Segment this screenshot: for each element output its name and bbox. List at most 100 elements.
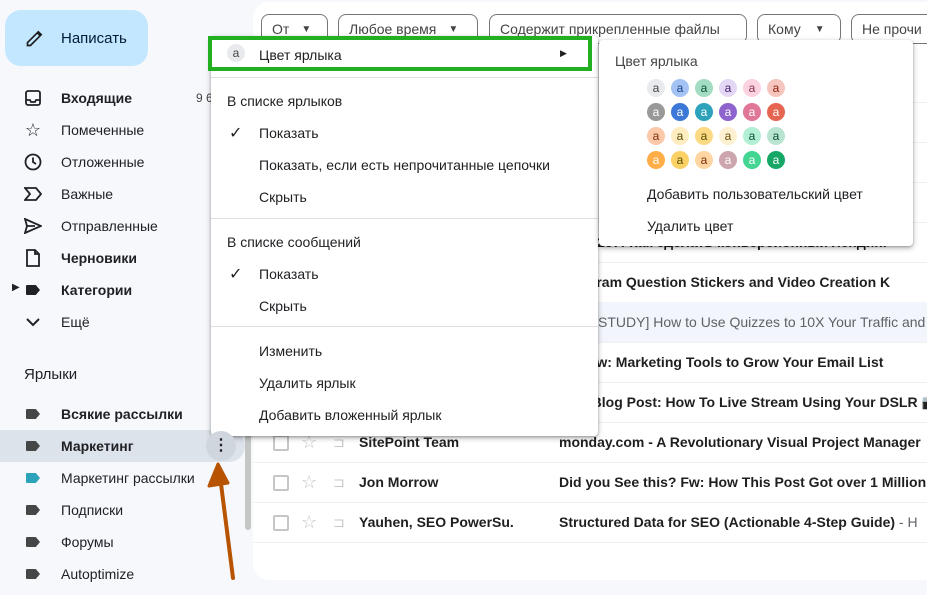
color-swatch[interactable]: a	[767, 127, 785, 145]
important-marker-icon[interactable]: ⊐	[333, 474, 345, 491]
email-subject-line: Did you See this? Fw: How This Post Got …	[559, 474, 926, 490]
star-icon[interactable]: ☆	[301, 472, 317, 493]
color-swatch[interactable]: a	[671, 79, 689, 97]
label-icon	[24, 534, 42, 550]
nav-drafts-label: Черновики	[61, 250, 138, 266]
nav-snoozed[interactable]: Отложенные	[0, 146, 245, 178]
color-swatch[interactable]: a	[647, 127, 665, 145]
nav-sent[interactable]: Отправленные	[0, 210, 245, 242]
email-subject-line: Review: Marketing Tools to Grow Your Ema…	[559, 354, 883, 370]
email-subject: Review: Marketing Tools to Grow Your Ema…	[559, 354, 884, 370]
color-swatch[interactable]: a	[671, 127, 689, 145]
email-subject: monday.com - A Revolutionary Visual Proj…	[559, 434, 921, 450]
color-swatch[interactable]: a	[695, 103, 713, 121]
color-swatch[interactable]: a	[767, 79, 785, 97]
email-row[interactable]: ☆ ⊐ Yauhen, SEO PowerSu. Structured Data fo…	[253, 502, 927, 543]
add-custom-color[interactable]: Добавить пользовательский цвет	[647, 186, 863, 202]
send-icon	[24, 218, 42, 234]
label-item-text: Маркетинг рассылки	[61, 470, 195, 486]
menu-show-in-message-list[interactable]: Показать	[259, 266, 319, 282]
nav-drafts[interactable]: Черновики	[0, 242, 245, 274]
color-swatch[interactable]: a	[719, 103, 737, 121]
star-icon: ☆	[24, 119, 42, 140]
menu-hide-in-label-list[interactable]: Скрыть	[259, 189, 307, 205]
label-icon	[24, 438, 42, 454]
menu-show-in-label-list[interactable]: Показать	[259, 125, 319, 141]
color-swatch[interactable]: a	[695, 127, 713, 145]
menu-add-sublabel[interactable]: Добавить вложенный ярлык	[259, 407, 441, 423]
color-swatch[interactable]: a	[767, 151, 785, 169]
email-subject-line: monday.com - A Revolutionary Visual Proj…	[559, 434, 921, 450]
color-swatch[interactable]: a	[647, 79, 665, 97]
label-icon	[24, 566, 42, 582]
row-checkbox[interactable]	[273, 435, 289, 451]
divider	[211, 326, 598, 327]
menu-edit[interactable]: Изменить	[259, 343, 322, 359]
email-row[interactable]: ☆ ⊐ Jon Morrow Did you See this? Fw: How Th…	[253, 462, 927, 503]
email-subject: New Blog Post: How To Live Stream Using …	[559, 394, 927, 410]
row-checkbox[interactable]	[273, 515, 289, 531]
email-snippet: - H	[895, 514, 918, 530]
filter-attachments-label: Содержит прикрепленные файлы	[500, 21, 720, 37]
color-swatch[interactable]: a	[695, 151, 713, 169]
email-subject-line: Structured Data for SEO (Actionable 4-St…	[559, 514, 918, 530]
color-swatch[interactable]: a	[671, 103, 689, 121]
section-in-label-list: В списке ярлыков	[227, 93, 343, 109]
divider	[211, 77, 598, 78]
email-subject: nstagram Question Stickers and Video Cre…	[559, 274, 891, 290]
color-swatch[interactable]: a	[695, 79, 713, 97]
color-swatch[interactable]: a	[647, 103, 665, 121]
color-swatch[interactable]: a	[743, 127, 761, 145]
nav-sent-label: Отправленные	[61, 218, 158, 234]
nav-important-label: Важные	[61, 186, 114, 202]
important-marker-icon[interactable]: ⊐	[333, 434, 345, 451]
nav-inbox[interactable]: Входящие 9 6	[0, 82, 245, 114]
expand-arrow-icon[interactable]: ▶	[12, 282, 20, 293]
compose-button[interactable]: Написать	[5, 10, 148, 66]
label-icon	[24, 406, 42, 422]
label-icon	[24, 502, 42, 518]
menu-show-if-unread[interactable]: Показать, если есть непрочитанные цепочк…	[259, 157, 550, 173]
menu-hide-in-message-list[interactable]: Скрыть	[259, 298, 307, 314]
color-swatch[interactable]: a	[719, 127, 737, 145]
color-swatch[interactable]: a	[743, 151, 761, 169]
label-item[interactable]: Всякие рассылки	[0, 398, 245, 430]
inbox-icon	[24, 90, 42, 106]
nav-starred[interactable]: ☆ Помеченные	[0, 114, 245, 146]
color-swatch[interactable]: a	[743, 103, 761, 121]
nav-more-label: Ещё	[61, 314, 90, 330]
label-item-text: Autoptimize	[61, 566, 135, 582]
label-icon	[24, 470, 42, 486]
remove-color[interactable]: Удалить цвет	[647, 218, 733, 234]
labels-heading: Ярлыки	[24, 366, 78, 383]
nav-important[interactable]: Важные	[0, 178, 245, 210]
section-in-message-list: В списке сообщений	[227, 234, 361, 250]
color-swatch[interactable]: a	[719, 151, 737, 169]
email-sender: Yauhen, SEO PowerSu.	[359, 514, 514, 530]
color-swatch[interactable]: a	[719, 79, 737, 97]
dropdown-icon: ▼	[814, 23, 825, 35]
color-swatch[interactable]: a	[671, 151, 689, 169]
nav-categories[interactable]: ▶ Категории	[0, 274, 245, 306]
important-icon	[24, 186, 42, 202]
filter-time-label: Любое время	[349, 21, 437, 37]
filter-to-label: Кому	[768, 21, 801, 37]
nav-inbox-label: Входящие	[61, 90, 132, 106]
email-subject-line: STUDY] How to Use Quizzes to 10X Your Tr…	[598, 314, 927, 330]
important-marker-icon[interactable]: ⊐	[333, 514, 345, 531]
draft-icon	[24, 249, 42, 267]
color-swatch[interactable]: a	[647, 151, 665, 169]
row-checkbox[interactable]	[273, 475, 289, 491]
color-swatch[interactable]: a	[767, 103, 785, 121]
star-icon[interactable]: ☆	[301, 512, 317, 533]
label-item-text: Форумы	[61, 534, 114, 550]
menu-delete-label[interactable]: Удалить ярлык	[259, 375, 356, 391]
email-subject: Structured Data for SEO (Actionable 4-St…	[559, 514, 896, 530]
color-swatch[interactable]: a	[743, 79, 761, 97]
dropdown-icon: ▼	[301, 23, 312, 35]
nav-more[interactable]: Ещё	[0, 306, 245, 338]
filter-unread-label: Не прочи	[862, 21, 922, 37]
pencil-icon	[26, 30, 43, 47]
label-item-text: Всякие рассылки	[61, 406, 183, 422]
divider	[211, 218, 598, 219]
